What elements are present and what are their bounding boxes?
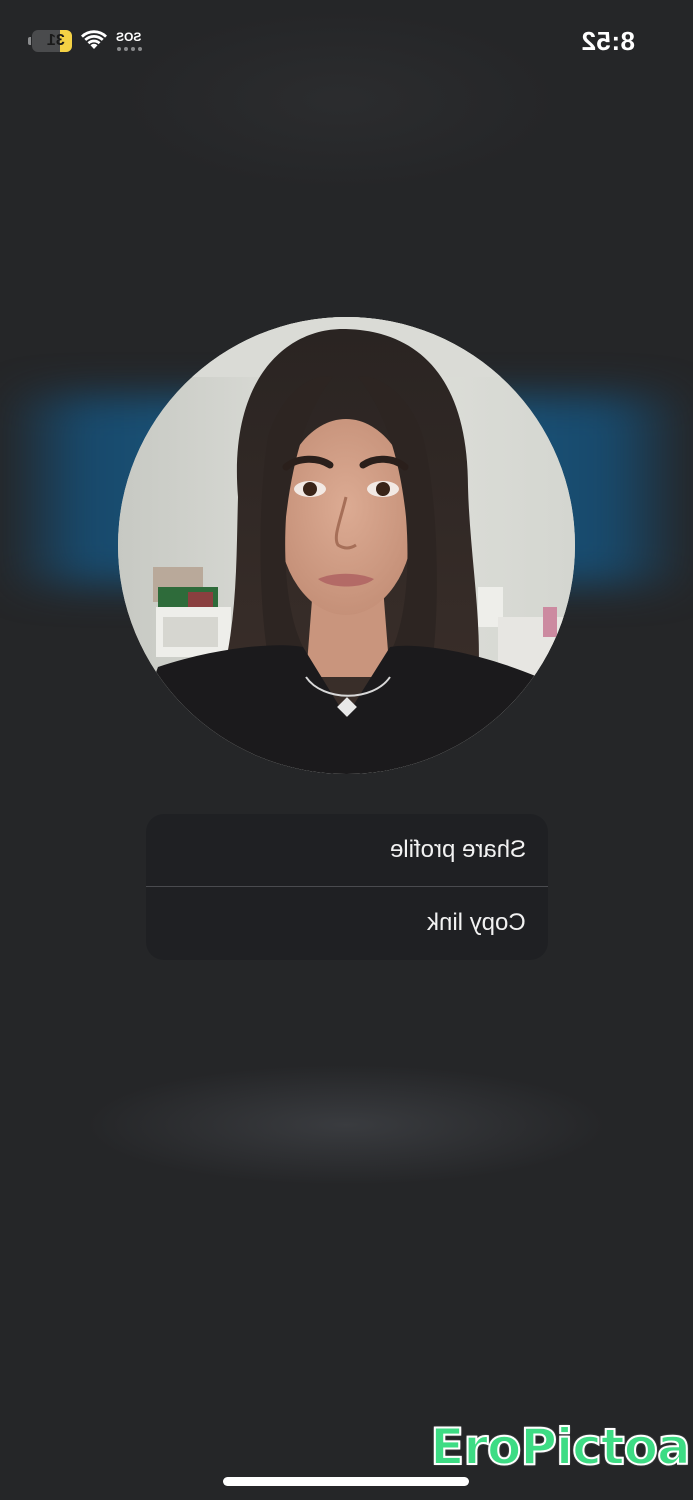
home-indicator[interactable] — [223, 1477, 469, 1486]
watermark-logo: EroPictoa — [429, 1412, 692, 1482]
share-screen: 8:52 SOS 31 Share profile Copy link EroP… — [0, 0, 693, 1500]
copy-link-label: Copy link — [427, 909, 526, 936]
share-menu: Share profile Copy link — [146, 814, 548, 960]
signal-dots-icon — [117, 47, 142, 51]
status-bar: 8:52 SOS 31 — [0, 0, 693, 85]
wifi-icon — [81, 30, 107, 49]
status-time: 8:52 — [581, 26, 635, 57]
copy-link-button[interactable]: Copy link — [146, 887, 548, 959]
profile-avatar — [118, 317, 575, 774]
watermark-text: EroPictoa — [429, 1417, 692, 1477]
battery-icon: 31 — [28, 30, 74, 52]
profile-photo — [118, 317, 575, 774]
share-profile-button[interactable]: Share profile — [146, 814, 548, 886]
battery-level: 31 — [47, 32, 65, 49]
carrier-label: SOS — [116, 30, 141, 44]
status-time-text: 8:52 — [580, 26, 635, 56]
share-profile-label: Share profile — [389, 836, 526, 863]
carrier-text: SOS — [116, 30, 142, 44]
